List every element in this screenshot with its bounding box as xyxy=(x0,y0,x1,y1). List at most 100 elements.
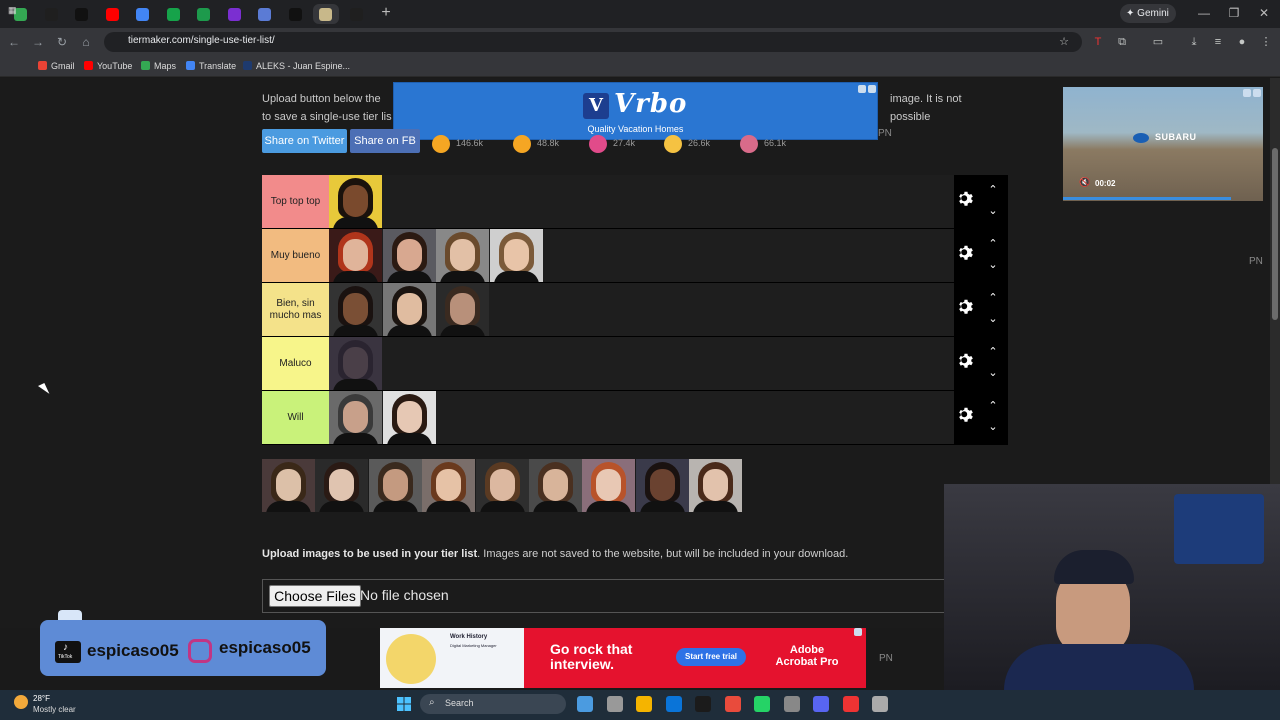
choose-files-button[interactable]: Choose Files xyxy=(269,585,361,607)
character-image[interactable] xyxy=(329,391,382,444)
character-image[interactable] xyxy=(582,459,636,512)
tier-items[interactable] xyxy=(329,391,954,444)
share-twitter-button[interactable]: Share on Twitter xyxy=(262,129,347,153)
gear-icon[interactable] xyxy=(957,298,975,316)
extensions-icon[interactable]: ⧉ xyxy=(1114,34,1130,50)
back-icon[interactable]: ← xyxy=(6,34,22,50)
reload-icon[interactable]: ↻ xyxy=(54,34,70,50)
taskbar-app-icon[interactable] xyxy=(665,696,682,712)
gemini-button[interactable]: ✦ Gemini xyxy=(1120,4,1176,23)
browser-tab[interactable] xyxy=(69,4,95,24)
character-image[interactable] xyxy=(368,459,422,512)
home-icon[interactable]: ⌂ xyxy=(78,34,94,50)
move-tier-up-icon[interactable]: ⌃ xyxy=(987,293,999,304)
restore-button[interactable]: ❐ xyxy=(1224,5,1244,21)
tier-label[interactable]: Bien, sin mucho mas xyxy=(262,283,329,336)
browser-tab[interactable] xyxy=(161,4,187,24)
video-adchoices-icon[interactable] xyxy=(1243,89,1251,97)
reaction-item[interactable]: 27.4k xyxy=(589,132,635,154)
taskbar-app-icon[interactable] xyxy=(606,696,623,712)
tier-label[interactable]: Maluco xyxy=(262,337,329,390)
minimize-button[interactable]: — xyxy=(1194,5,1214,21)
character-image[interactable] xyxy=(329,229,382,282)
browser-tab[interactable] xyxy=(39,4,65,24)
menu-kebab-icon[interactable]: ⋮ xyxy=(1258,34,1274,50)
share-fb-button[interactable]: Share on FB xyxy=(350,129,420,153)
gear-icon[interactable] xyxy=(957,244,975,262)
character-image[interactable] xyxy=(436,283,489,336)
move-tier-up-icon[interactable]: ⌃ xyxy=(987,401,999,412)
move-tier-down-icon[interactable]: ⌄ xyxy=(987,314,999,325)
start-free-trial-button[interactable]: Start free trial xyxy=(676,648,746,666)
taskbar-app-icon[interactable] xyxy=(842,696,859,712)
tier-label[interactable]: Muy bueno xyxy=(262,229,329,282)
tier-items[interactable] xyxy=(329,229,954,282)
bookmark-item[interactable]: Translate xyxy=(186,60,236,73)
gear-icon[interactable] xyxy=(957,190,975,208)
taskbar-app-icon[interactable] xyxy=(754,696,770,712)
adchoices-icon[interactable] xyxy=(858,85,866,93)
character-image[interactable] xyxy=(489,229,543,282)
url-text[interactable]: tiermaker.com/single-use-tier-list/ xyxy=(128,35,275,46)
download-icon[interactable]: ⤓ xyxy=(1186,34,1202,50)
browser-tab[interactable] xyxy=(222,4,248,24)
scrollbar-thumb[interactable] xyxy=(1272,148,1278,320)
move-tier-up-icon[interactable]: ⌃ xyxy=(987,239,999,250)
bookmark-star-icon[interactable]: ☆ xyxy=(1056,34,1072,50)
taskbar-search-label[interactable]: Search xyxy=(445,698,474,708)
browser-tab[interactable] xyxy=(252,4,278,24)
move-tier-down-icon[interactable]: ⌄ xyxy=(987,260,999,271)
browser-tab[interactable] xyxy=(283,4,309,24)
character-image[interactable] xyxy=(315,459,369,512)
bookmark-item[interactable]: YouTube xyxy=(84,60,132,73)
taskbar-app-icon[interactable] xyxy=(724,696,741,712)
tab-search-icon[interactable]: ≡ xyxy=(1210,34,1226,50)
tier-items[interactable] xyxy=(329,337,954,390)
character-image[interactable] xyxy=(436,229,489,282)
character-image[interactable] xyxy=(329,337,382,390)
move-tier-up-icon[interactable]: ⌃ xyxy=(987,185,999,196)
taskbar-app-icon[interactable] xyxy=(813,696,829,712)
tier-items[interactable] xyxy=(329,283,954,336)
tier-label[interactable]: Top top top xyxy=(262,175,329,228)
cast-icon[interactable]: ▭ xyxy=(1150,34,1166,50)
taskbar-app-icon[interactable] xyxy=(695,696,711,712)
profile-avatar[interactable]: ● xyxy=(1234,34,1250,50)
weather-icon[interactable] xyxy=(14,695,28,709)
adobe-ad[interactable]: Work History Digital Marketing Manager G… xyxy=(380,628,866,688)
taskbar-app-icon[interactable] xyxy=(577,696,593,712)
taskbar-search[interactable]: ⌕ xyxy=(420,694,566,714)
subaru-video-ad[interactable]: SUBARU 🔇 00:02 xyxy=(1063,87,1263,201)
bookmark-item[interactable]: Maps xyxy=(141,60,176,73)
windows-start-icon[interactable] xyxy=(397,697,411,711)
gear-icon[interactable] xyxy=(957,352,975,370)
browser-tab[interactable] xyxy=(344,4,370,24)
character-image[interactable] xyxy=(635,459,689,512)
close-window-button[interactable]: ✕ xyxy=(1254,5,1274,21)
reaction-item[interactable]: 66.1k xyxy=(740,132,786,154)
move-tier-up-icon[interactable]: ⌃ xyxy=(987,347,999,358)
character-image[interactable] xyxy=(689,459,743,512)
reaction-item[interactable]: 26.6k xyxy=(664,132,710,154)
character-image[interactable] xyxy=(382,229,436,282)
browser-tab[interactable] xyxy=(100,4,126,24)
extension-t-icon[interactable]: T xyxy=(1090,34,1106,50)
weather-desc[interactable]: Mostly clear xyxy=(33,705,76,714)
gear-icon[interactable] xyxy=(957,406,975,424)
apps-grid-icon[interactable]: ▦ xyxy=(8,4,17,17)
reaction-item[interactable]: 48.8k xyxy=(513,132,559,154)
character-image[interactable] xyxy=(382,391,436,444)
character-image[interactable] xyxy=(382,283,436,336)
reaction-item[interactable]: 146.6k xyxy=(432,132,483,154)
character-image[interactable] xyxy=(329,175,382,228)
character-image[interactable] xyxy=(529,459,582,512)
taskbar-app-icon[interactable] xyxy=(783,696,800,712)
character-image[interactable] xyxy=(262,459,315,512)
character-image[interactable] xyxy=(329,283,382,336)
video-ad-close-icon[interactable] xyxy=(1253,89,1261,97)
move-tier-down-icon[interactable]: ⌄ xyxy=(987,422,999,433)
bookmark-item[interactable]: ALEKS - Juan Espine... xyxy=(243,60,350,73)
browser-tab[interactable] xyxy=(313,4,339,24)
character-image[interactable] xyxy=(475,459,529,512)
browser-tab[interactable] xyxy=(191,4,217,24)
